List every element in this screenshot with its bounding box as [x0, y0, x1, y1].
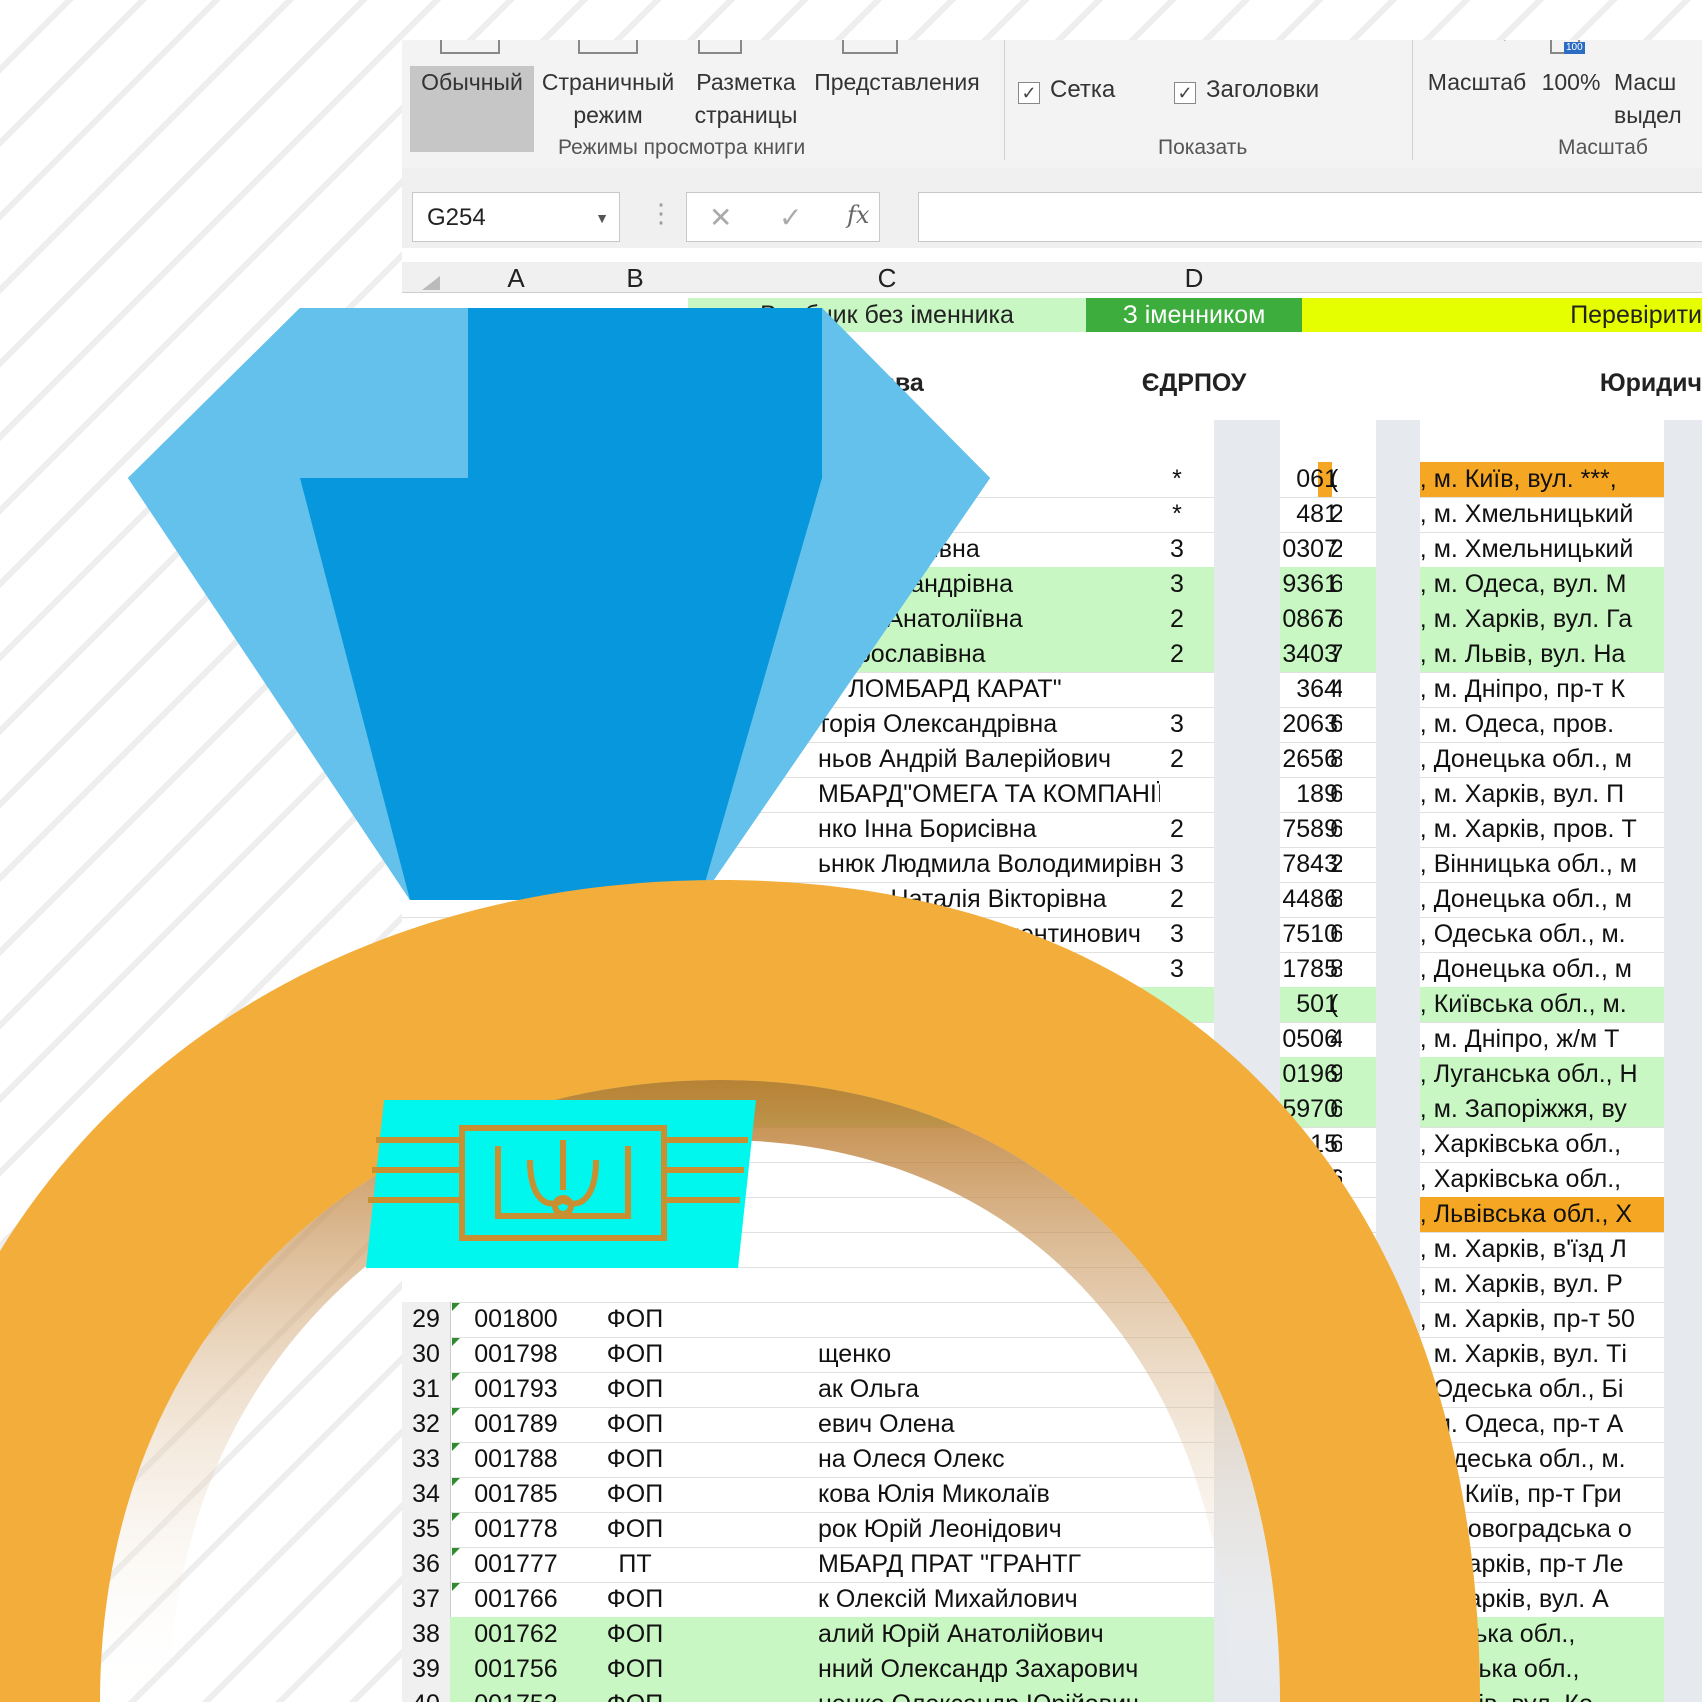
- gold-ring: [0, 880, 1480, 1702]
- ring-illustration: [0, 308, 1480, 1702]
- trident-plate: [366, 1100, 756, 1268]
- diamond-icon: [128, 308, 990, 900]
